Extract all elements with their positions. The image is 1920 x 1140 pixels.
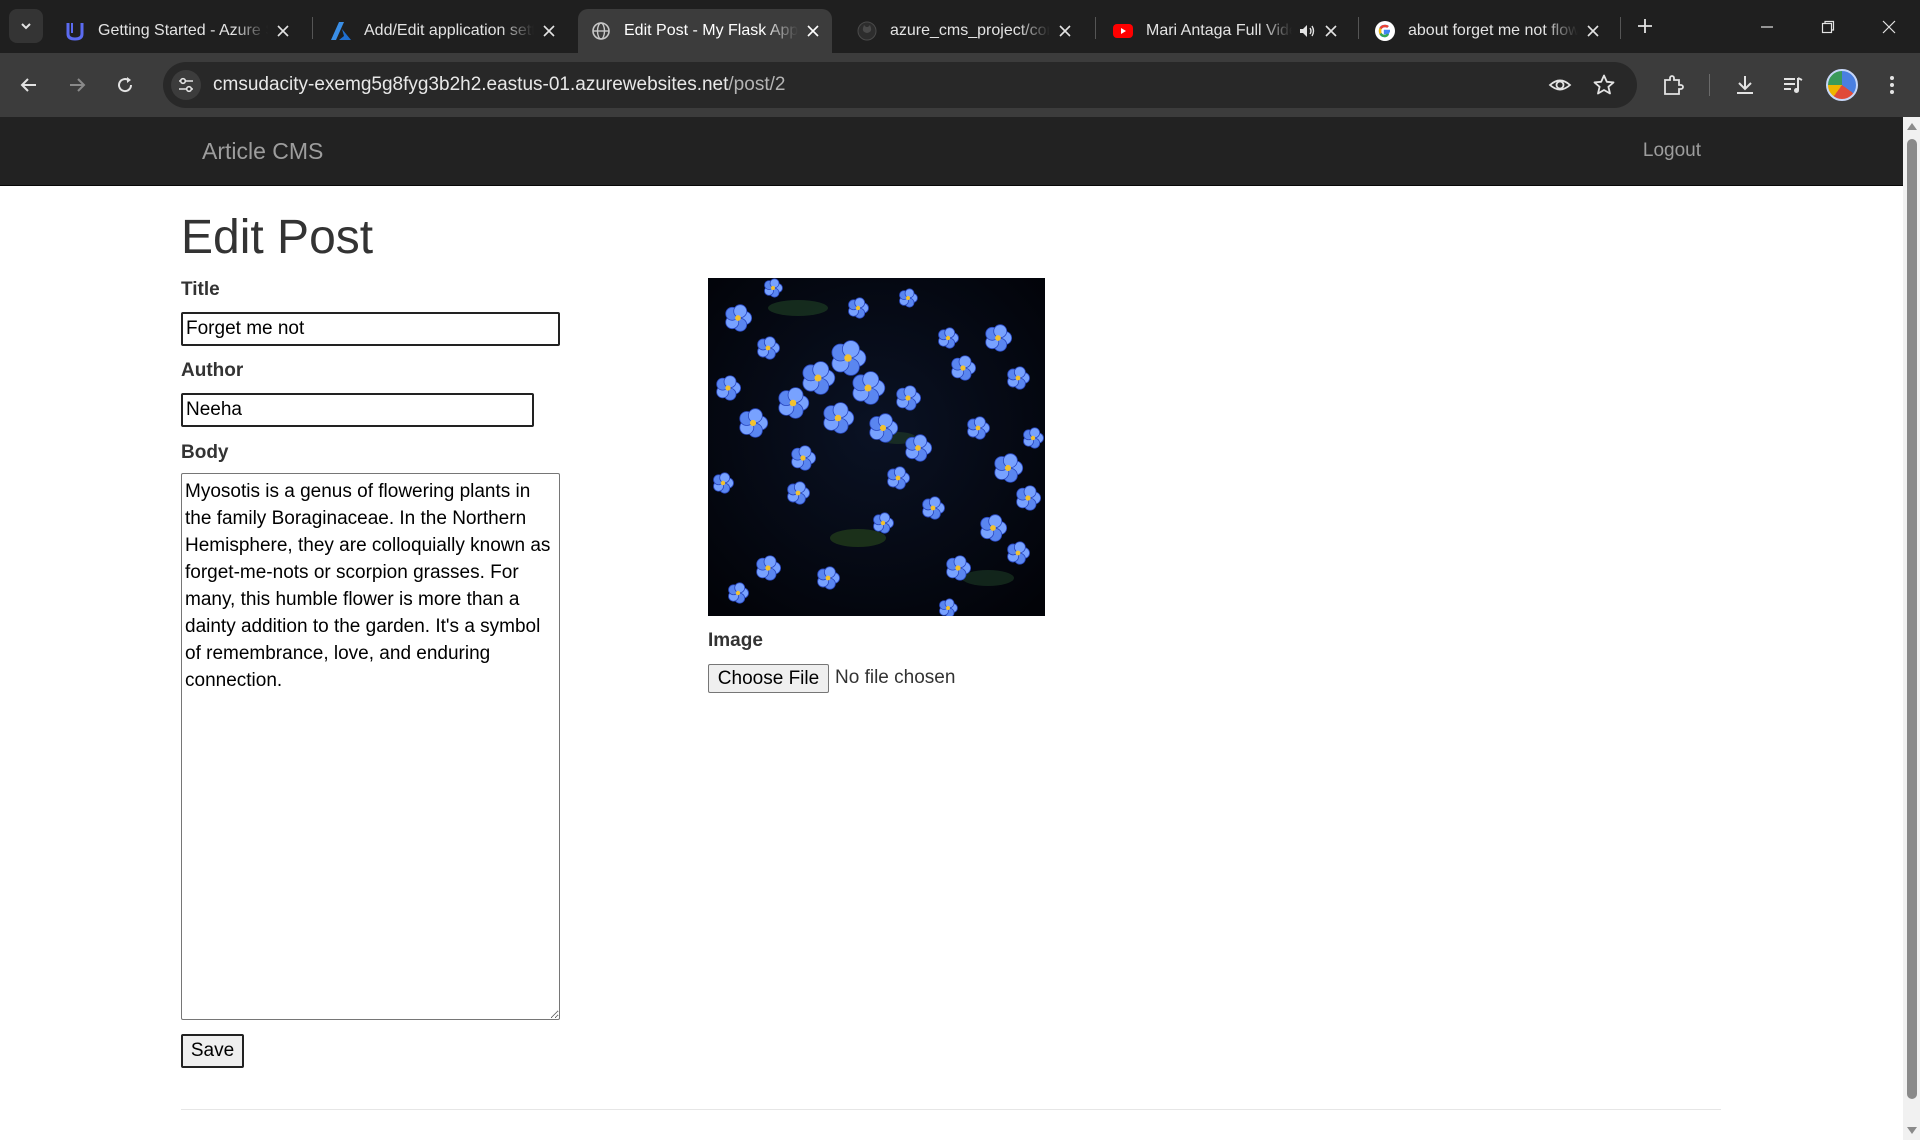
reload-button[interactable] xyxy=(107,67,143,103)
speaker-icon[interactable] xyxy=(1298,22,1316,40)
title-input[interactable] xyxy=(181,312,560,346)
scroll-down-arrow[interactable] xyxy=(1907,1127,1917,1134)
forward-button[interactable] xyxy=(59,67,95,103)
tab-title: azure_cms_project/config xyxy=(890,22,1050,39)
tab-google-search[interactable]: about forget me not flow xyxy=(1362,9,1612,53)
back-button[interactable] xyxy=(11,67,47,103)
url-host: cmsudacity-exemg5g8fyg3b2h2.eastus-01.az… xyxy=(213,74,729,95)
site-info-button[interactable] xyxy=(171,70,201,100)
tab-title: Add/Edit application setti xyxy=(364,22,534,39)
tab-title: Edit Post - My Flask Appli xyxy=(624,22,798,39)
tab-separator xyxy=(1358,17,1359,39)
body-textarea[interactable]: Myosotis is a genus of flowering plants … xyxy=(181,473,560,1020)
tab-separator xyxy=(1620,17,1621,39)
github-icon xyxy=(856,20,878,42)
image-label: Image xyxy=(708,630,763,651)
scroll-up-arrow[interactable] xyxy=(1907,123,1917,130)
youtube-icon xyxy=(1112,20,1134,42)
tab-title: Mari Antaga Full Vide xyxy=(1146,22,1292,39)
close-icon[interactable] xyxy=(534,16,564,46)
close-icon[interactable] xyxy=(1316,16,1346,46)
profile-avatar[interactable] xyxy=(1826,69,1858,101)
edit-post-form: Edit Post Title Author Body Myosotis is … xyxy=(0,186,1903,1140)
azure-icon xyxy=(330,20,352,42)
reload-icon xyxy=(118,77,133,93)
site-navbar: Article CMS Logout xyxy=(0,117,1903,186)
tab-getting-started[interactable]: Getting Started - Azure S xyxy=(52,9,302,53)
minimize-button[interactable] xyxy=(1736,0,1798,53)
post-image xyxy=(708,278,1045,616)
page-scrollbar[interactable] xyxy=(1903,117,1920,1140)
udacity-icon xyxy=(64,20,86,42)
arrow-left-icon xyxy=(20,78,36,92)
page-title: Edit Post xyxy=(181,211,374,264)
chevron-down-icon xyxy=(21,23,31,30)
close-icon[interactable] xyxy=(798,16,828,46)
globe-icon xyxy=(590,20,612,42)
restore-icon xyxy=(1821,20,1835,33)
author-label: Author xyxy=(181,360,244,381)
download-icon[interactable] xyxy=(1727,67,1763,103)
url-path: /post/2 xyxy=(728,74,786,95)
author-input[interactable] xyxy=(181,393,534,427)
media-control-icon[interactable] xyxy=(1775,67,1811,103)
tab-app-settings[interactable]: Add/Edit application setti xyxy=(318,9,568,53)
tab-edit-post[interactable]: Edit Post - My Flask Appli xyxy=(578,9,832,53)
body-label: Body xyxy=(181,442,229,463)
close-icon[interactable] xyxy=(1578,16,1608,46)
file-status: No file chosen xyxy=(835,667,956,688)
close-icon xyxy=(1882,20,1896,33)
close-icon[interactable] xyxy=(268,16,298,46)
menu-dots-icon[interactable] xyxy=(1874,67,1910,103)
scroll-thumb[interactable] xyxy=(1907,139,1917,1099)
tab-youtube[interactable]: Mari Antaga Full Vide xyxy=(1100,9,1350,53)
plus-icon xyxy=(1638,19,1652,33)
choose-file-button[interactable]: Choose File xyxy=(708,664,829,693)
logout-link[interactable]: Logout xyxy=(1643,140,1701,162)
eye-icon[interactable] xyxy=(1545,70,1575,100)
arrow-right-icon xyxy=(70,78,86,92)
tab-search-button[interactable] xyxy=(9,9,43,43)
tab-strip: Getting Started - Azure S Add/Edit appli… xyxy=(0,0,1920,53)
brand-link[interactable]: Article CMS xyxy=(202,138,323,165)
tune-icon xyxy=(179,77,193,93)
footer-divider xyxy=(181,1109,1721,1110)
url-text[interactable]: cmsudacity-exemg5g8fyg3b2h2.eastus-01.az… xyxy=(213,74,785,96)
new-tab-button[interactable] xyxy=(1628,9,1662,43)
minimize-icon xyxy=(1761,25,1773,28)
tab-github-config[interactable]: azure_cms_project/config xyxy=(844,9,1084,53)
restore-button[interactable] xyxy=(1797,0,1859,53)
tab-title: about forget me not flow xyxy=(1408,22,1578,39)
close-icon[interactable] xyxy=(1050,16,1080,46)
browser-toolbar: cmsudacity-exemg5g8fyg3b2h2.eastus-01.az… xyxy=(0,53,1920,117)
title-label: Title xyxy=(181,279,220,300)
extensions-icon[interactable] xyxy=(1655,67,1691,103)
close-window-button[interactable] xyxy=(1858,0,1920,53)
address-bar[interactable]: cmsudacity-exemg5g8fyg3b2h2.eastus-01.az… xyxy=(163,62,1637,108)
toolbar-separator xyxy=(1709,74,1710,96)
bookmark-star-icon[interactable] xyxy=(1589,70,1619,100)
save-button[interactable]: Save xyxy=(181,1034,244,1068)
google-icon xyxy=(1374,20,1396,42)
tab-separator xyxy=(1095,17,1096,39)
tab-title: Getting Started - Azure S xyxy=(98,22,268,39)
tab-separator xyxy=(312,17,313,39)
